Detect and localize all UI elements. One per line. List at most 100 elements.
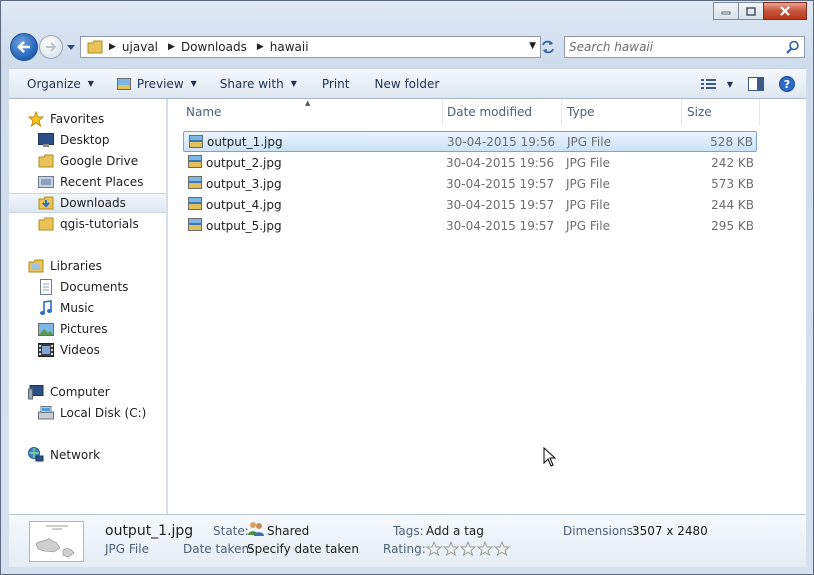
breadcrumb-separator-icon[interactable]: ▶ (109, 42, 116, 52)
pictures-icon (38, 321, 54, 337)
print-button[interactable]: Print (306, 69, 359, 98)
file-name: output_5.jpg (206, 218, 282, 233)
file-row-output-1[interactable]: output_1.jpg 30-04-2015 19:56 JPG File 5… (183, 131, 757, 152)
tags-value[interactable]: Add a tag (426, 524, 484, 538)
jpg-file-icon (188, 155, 202, 171)
details-filetype: JPG File (105, 542, 149, 556)
sidebar-item-network[interactable]: Network (9, 445, 185, 465)
print-label: Print (321, 76, 350, 91)
file-row-output-4[interactable]: output_4.jpg 30-04-2015 19:57 JPG File 2… (183, 194, 757, 215)
file-type: JPG File (567, 134, 611, 149)
jpg-file-icon (188, 197, 202, 213)
star-empty-icon[interactable] (425, 540, 443, 559)
file-type: JPG File (566, 176, 610, 191)
sidebar-item-label: Local Disk (C:) (60, 406, 147, 420)
network-icon (28, 447, 44, 463)
new-folder-button[interactable]: New folder (358, 69, 448, 98)
address-dropdown-icon[interactable]: ▼ (529, 41, 536, 51)
search-box[interactable] (564, 36, 805, 58)
computer-icon (28, 384, 44, 400)
maximize-button[interactable] (738, 2, 764, 20)
file-type: JPG File (566, 155, 610, 170)
folder-icon (38, 216, 54, 232)
breadcrumb-separator-icon[interactable]: ▶ (168, 42, 175, 52)
change-view-button[interactable]: ▼ (696, 72, 738, 96)
refresh-icon (542, 40, 554, 54)
share-with-label: Share with (219, 76, 284, 91)
command-bar: Organize ▼ Preview ▼ Share with ▼ Print … (9, 68, 806, 99)
organize-label: Organize (27, 76, 81, 91)
column-header-label: Size (687, 105, 712, 119)
breadcrumb-ujaval[interactable]: ujaval (122, 40, 158, 54)
dimensions-value: 3507 x 2480 (632, 524, 708, 538)
sidebar-item-downloads[interactable]: Downloads (9, 193, 166, 213)
sidebar-item-computer[interactable]: Computer (9, 382, 185, 402)
explorer-window: ▶ ujaval ▶ Downloads ▶ hawaii ▼ Organize… (0, 0, 814, 575)
chevron-down-icon: ▼ (726, 79, 734, 89)
libraries-icon (28, 258, 44, 274)
help-button[interactable]: ? (774, 72, 800, 96)
file-date: 30-04-2015 19:56 (446, 155, 555, 170)
tags-label: Tags: (393, 524, 424, 538)
videos-icon (38, 342, 54, 358)
downloads-folder-icon (38, 195, 54, 211)
file-row-output-2[interactable]: output_2.jpg 30-04-2015 19:56 JPG File 2… (183, 152, 757, 173)
file-row-output-5[interactable]: output_5.jpg 30-04-2015 19:57 JPG File 2… (183, 215, 757, 236)
jpg-file-icon (188, 218, 202, 234)
chevron-down-icon: ▼ (290, 79, 297, 88)
star-empty-icon[interactable] (493, 540, 511, 559)
music-icon (38, 300, 54, 316)
sidebar-item-libraries[interactable]: Libraries (9, 256, 185, 276)
file-row-output-3[interactable]: output_3.jpg 30-04-2015 19:57 JPG File 5… (183, 173, 757, 194)
preview-button[interactable]: Preview ▼ (103, 69, 206, 98)
star-empty-icon[interactable] (476, 540, 494, 559)
address-bar[interactable]: ▶ ujaval ▶ Downloads ▶ hawaii ▼ (80, 36, 541, 58)
date-taken-value[interactable]: Specify date taken (247, 542, 359, 556)
date-taken-label: Date taken: (183, 542, 254, 556)
share-with-button[interactable]: Share with ▼ (206, 69, 306, 98)
file-name: output_1.jpg (207, 134, 283, 149)
breadcrumb-hawaii[interactable]: hawaii (270, 40, 309, 54)
state-value: Shared (267, 524, 310, 538)
shared-users-icon (248, 521, 264, 539)
preview-label: Preview (136, 76, 184, 91)
refresh-button[interactable] (537, 36, 559, 58)
close-button[interactable] (763, 2, 807, 20)
column-header-type[interactable]: Type (562, 99, 682, 125)
star-empty-icon[interactable] (442, 540, 460, 559)
forward-arrow-icon (46, 42, 57, 52)
star-empty-icon[interactable] (459, 540, 477, 559)
file-name: output_2.jpg (206, 155, 282, 170)
search-input[interactable] (569, 39, 774, 55)
close-icon (780, 6, 790, 16)
file-date: 30-04-2015 19:57 (446, 197, 555, 212)
file-list: ▲ Name Date modified Type Size output_1.… (168, 99, 806, 514)
file-date: 30-04-2015 19:57 (446, 176, 555, 191)
file-type: JPG File (566, 197, 610, 212)
file-date: 30-04-2015 19:57 (446, 218, 555, 233)
file-size: 528 KB (710, 134, 753, 149)
breadcrumb-separator-icon[interactable]: ▶ (257, 42, 264, 52)
recent-pages-dropdown[interactable] (66, 41, 76, 53)
chevron-down-icon (67, 44, 75, 50)
column-header-name[interactable]: Name (181, 99, 443, 125)
sidebar-item-favorites[interactable]: Favorites (9, 109, 185, 129)
file-size: 244 KB (711, 197, 754, 212)
sidebar-item-label: Desktop (60, 133, 110, 147)
jpg-file-icon (189, 135, 203, 151)
chevron-down-icon: ▼ (87, 79, 94, 88)
minimize-button[interactable] (713, 2, 739, 20)
breadcrumb-downloads[interactable]: Downloads (181, 40, 247, 54)
preview-pane-button[interactable] (738, 72, 774, 96)
column-header-date-modified[interactable]: Date modified (442, 99, 562, 125)
sidebar-item-label: Favorites (50, 112, 105, 126)
rating-stars[interactable] (425, 540, 511, 559)
help-icon: ? (779, 76, 795, 92)
forward-button[interactable] (39, 35, 63, 59)
search-icon[interactable] (786, 40, 800, 57)
folder-icon (85, 37, 105, 57)
column-header-size[interactable]: Size (682, 99, 760, 125)
organize-button[interactable]: Organize ▼ (9, 69, 103, 98)
back-button[interactable] (10, 33, 38, 61)
mouse-cursor-icon (543, 446, 557, 470)
